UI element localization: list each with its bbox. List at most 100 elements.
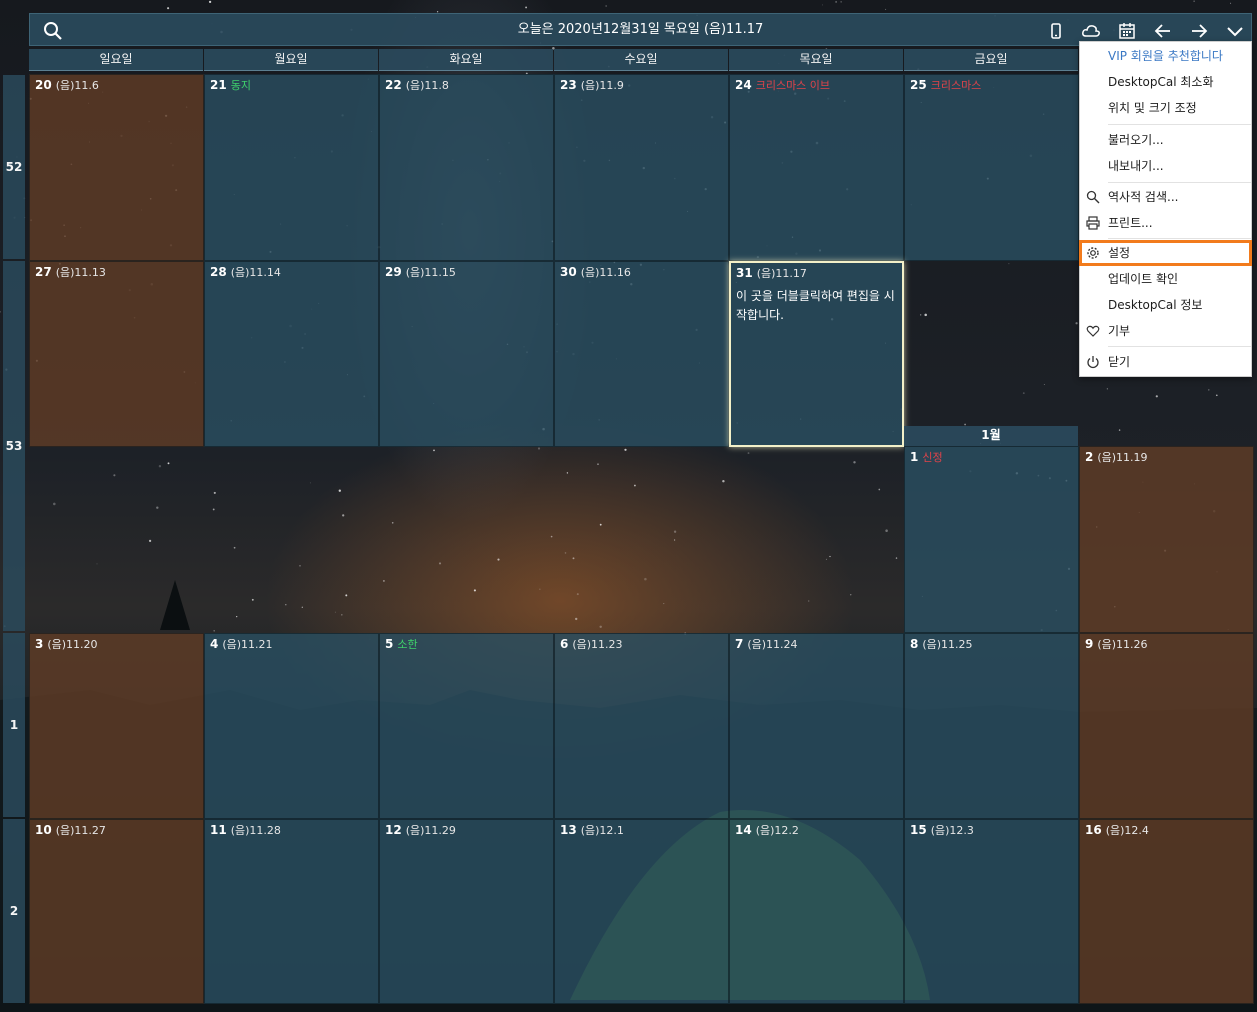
star [576,593,579,596]
day-cell-jan-14[interactable]: 14 (음)12.2 [729,819,904,1004]
day-cell-dec-29[interactable]: 29 (음)11.15 [379,261,554,447]
star [497,558,500,561]
day-number: 7 [735,637,744,651]
day-cell-dec-24[interactable]: 24 크리스마스 이브 [729,74,904,261]
star [285,603,287,606]
menu-item-label: 닫기 [1108,355,1131,369]
note-placeholder[interactable]: 이 곳을 더블클릭하여 편집을 시작합니다. [736,287,897,325]
menu-item-history-search[interactable]: 역사적 검색... [1080,185,1251,209]
day-cell-dec-30[interactable]: 30 (음)11.16 [554,261,729,447]
menu-item-vip[interactable]: VIP 회원을 추천합니다 [1080,44,1251,68]
star [599,523,602,526]
star [148,539,152,543]
day-number: 4 [210,637,219,651]
day-cell-jan-5[interactable]: 5 소한 [379,633,554,819]
day-number: 23 [560,78,577,92]
star [572,557,575,560]
star [885,529,888,532]
lunar-date: (음)11.27 [55,824,106,837]
day-cell-jan-12[interactable]: 12 (음)11.29 [379,819,554,1004]
menu-item-about[interactable]: DesktopCal 정보 [1080,293,1251,317]
day-cell-jan-3[interactable]: 3 (음)11.20 [29,633,204,819]
day-cell-jan-7[interactable]: 7 (음)11.24 [729,633,904,819]
main-dropdown-menu: VIP 회원을 추천합니다 DesktopCal 최소화 위치 및 크기 조정 … [1079,41,1252,377]
day-cell-jan-4[interactable]: 4 (음)11.21 [204,633,379,819]
star [539,588,541,590]
weekday-thu: 목요일 [729,49,903,71]
day-cell-jan-6[interactable]: 6 (음)11.23 [554,633,729,819]
menu-item-minimize[interactable]: DesktopCal 최소화 [1080,70,1251,94]
lunar-date: (음)11.21 [222,638,273,651]
day-number: 12 [385,823,402,837]
star [747,452,750,455]
star [299,564,301,567]
day-cell-dec-21[interactable]: 21 동지 [204,74,379,261]
day-number: 29 [385,265,402,279]
power-icon [1086,355,1100,369]
day-number: 24 [735,78,752,92]
day-cell-jan-10[interactable]: 10 (음)11.27 [29,819,204,1004]
day-cell-dec-27[interactable]: 27 (음)11.13 [29,261,204,447]
star [236,615,238,618]
menu-item-export[interactable]: 내보내기... [1080,154,1251,178]
star [113,474,116,477]
day-number: 21 [210,78,227,92]
arrow-right-icon[interactable] [1189,21,1209,41]
day-number: 10 [35,823,52,837]
heart-icon [1086,324,1100,338]
day-cell-dec-28[interactable]: 28 (음)11.14 [204,261,379,447]
day-cell-dec-23[interactable]: 23 (음)11.9 [554,74,729,261]
solar-term-label: 동지 [230,79,251,92]
star [525,6,528,9]
cloud-icon[interactable] [1081,21,1101,41]
menu-item-label: 프린트... [1108,216,1153,230]
star [633,484,636,487]
menu-item-print[interactable]: 프린트... [1080,211,1251,235]
day-cell-dec-20[interactable]: 20 (음)11.6 [29,74,204,261]
day-number: 22 [385,78,402,92]
day-cell-dec-22[interactable]: 22 (음)11.8 [379,74,554,261]
star [1193,0,1195,2]
star [550,535,553,538]
menu-item-position-size[interactable]: 위치 및 크기 조정 [1080,96,1251,120]
day-cell-dec-31-today[interactable]: 31 (음)11.17 이 곳을 더블클릭하여 편집을 시작합니다. [729,261,904,447]
star [158,465,162,468]
menu-item-import[interactable]: 불러오기... [1080,128,1251,152]
day-cell-jan-15[interactable]: 15 (음)12.3 [904,819,1079,1004]
day-cell-jan-11[interactable]: 11 (음)11.28 [204,819,379,1004]
lunar-date: (음)11.8 [405,79,449,92]
star [566,472,569,474]
day-cell-jan-13[interactable]: 13 (음)12.1 [554,819,729,1004]
lunar-date: (음)11.29 [405,824,456,837]
mobile-icon[interactable] [1046,21,1066,41]
lunar-date: (음)11.24 [747,638,798,651]
menu-item-label: 역사적 검색... [1108,190,1179,204]
chevron-down-icon[interactable] [1225,21,1245,41]
day-cell-jan-9[interactable]: 9 (음)11.26 [1079,633,1254,819]
menu-item-donate[interactable]: 기부 [1080,319,1251,343]
day-cell-jan-16[interactable]: 16 (음)12.4 [1079,819,1254,1004]
menu-item-check-update[interactable]: 업데이트 확인 [1080,267,1251,291]
day-cell-jan-1[interactable]: 1 신정 [904,446,1079,633]
star [644,577,647,581]
day-number: 30 [560,265,577,279]
lunar-date: (음)11.9 [580,79,624,92]
calendar-icon[interactable] [1117,21,1137,41]
day-cell-jan-2[interactable]: 2 (음)11.19 [1079,446,1254,633]
day-number: 20 [35,78,52,92]
arrow-left-icon[interactable] [1153,21,1173,41]
star [853,461,856,464]
day-number: 8 [910,637,919,651]
star [624,448,627,451]
lunar-date: (음)11.26 [1097,638,1148,651]
menu-item-close[interactable]: 닫기 [1080,350,1251,374]
star [564,552,567,554]
day-cell-jan-8[interactable]: 8 (음)11.25 [904,633,1079,819]
day-number: 25 [910,78,927,92]
star [663,603,665,605]
star [840,1,842,3]
menu-item-settings[interactable]: 설정 [1079,240,1252,266]
menu-separator [1108,182,1251,183]
holiday-label: 크리스마스 이브 [755,79,831,92]
day-cell-dec-25[interactable]: 25 크리스마스 [904,74,1079,261]
